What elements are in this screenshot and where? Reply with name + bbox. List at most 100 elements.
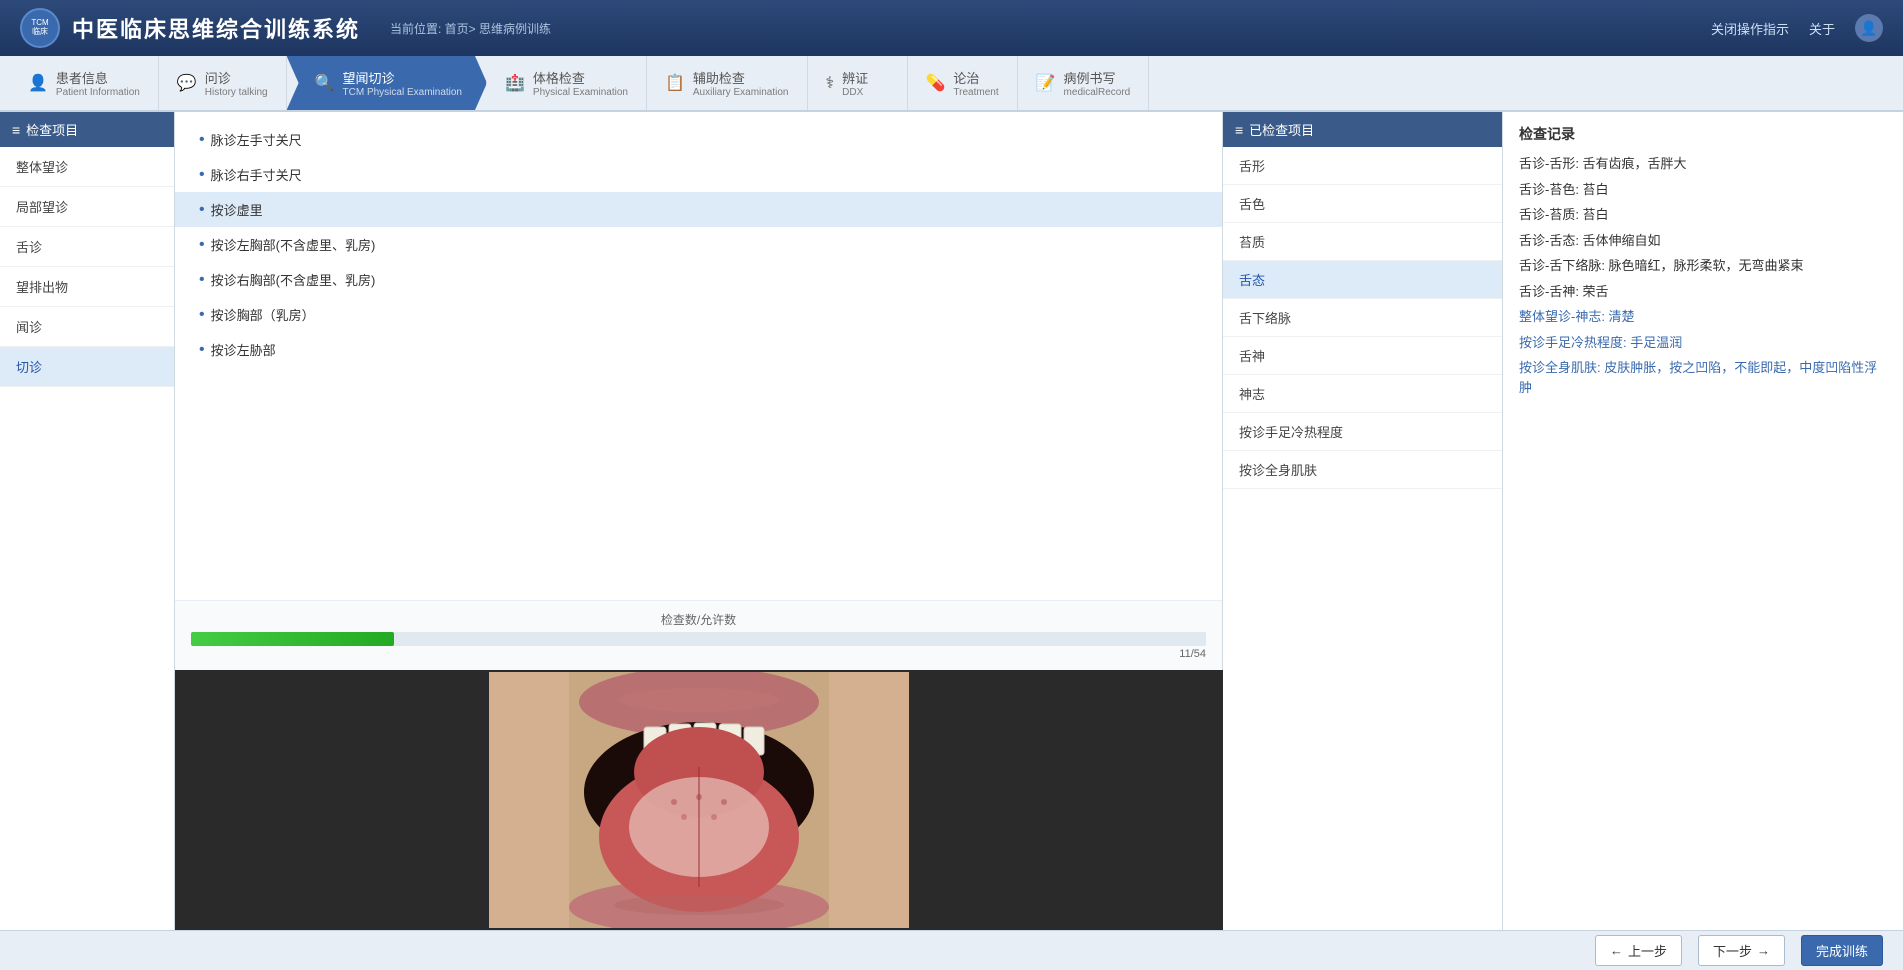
- tab-aux-exam-en: Auxiliary Examination: [693, 87, 789, 98]
- close-guide-button[interactable]: 关闭操作指示: [1711, 19, 1789, 38]
- prev-label: 上一步: [1628, 941, 1667, 960]
- list-item-press-left-flank[interactable]: 按诊左胁部: [175, 332, 1222, 367]
- right-item-tongue-state[interactable]: 舌态: [1223, 261, 1502, 299]
- logo-icon: TCM临床: [20, 8, 60, 48]
- nav-tabs: 👤 患者信息 Patient Information 💬 问诊 History …: [0, 56, 1903, 112]
- tab-treatment-en: Treatment: [953, 87, 998, 98]
- list-item-press-breast[interactable]: 按诊胸部（乳房）: [175, 297, 1222, 332]
- progress-section: 检查数/允许数 11/54: [175, 600, 1222, 670]
- app-container: TCM临床 中医临床思维综合训练系统 当前位置: 首页> 思维病例训练 关闭操作…: [0, 0, 1903, 970]
- sidebar-item-general[interactable]: 整体望诊: [0, 147, 174, 187]
- tab-tcm-exam-en: TCM Physical Examination: [343, 87, 462, 98]
- record-item-4: 舌诊-舌下络脉: 脉色暗红，脉形柔软，无弯曲紧束: [1519, 256, 1887, 276]
- treatment-icon: 💊: [926, 73, 946, 93]
- list-item-press-deficiency[interactable]: 按诊虚里: [175, 192, 1222, 227]
- phys-exam-icon: 🏥: [505, 73, 525, 93]
- right-item-press-edema[interactable]: 按诊全身肌肤: [1223, 451, 1502, 489]
- next-button[interactable]: 下一步 →: [1698, 935, 1785, 966]
- tab-phys-exam-zh: 体格检查: [533, 68, 628, 87]
- middle-panel: 脉诊左手寸关尺 脉诊右手寸关尺 按诊虚里 按诊左胸部(不含虚里、乳房) 按诊右胸…: [175, 112, 1223, 670]
- tab-inquiry-zh: 问诊: [205, 68, 268, 87]
- tab-phys-exam-en: Physical Examination: [533, 87, 628, 98]
- sidebar-header: 检查项目: [0, 112, 174, 147]
- tab-phys-exam[interactable]: 🏥 体格检查 Physical Examination: [487, 56, 647, 110]
- record-item-2: 舌诊-苔质: 苔白: [1519, 205, 1887, 225]
- tab-aux-exam-zh: 辅助检查: [693, 68, 789, 87]
- progress-bar-fill: [191, 632, 394, 646]
- tab-aux-exam[interactable]: 📋 辅助检查 Auxiliary Examination: [647, 56, 808, 110]
- tab-patient[interactable]: 👤 患者信息 Patient Information: [10, 56, 159, 110]
- patient-icon: 👤: [28, 73, 48, 93]
- right-panel-header: 已检查项目: [1223, 112, 1502, 147]
- sidebar-item-excretion[interactable]: 望排出物: [0, 267, 174, 307]
- right-item-tongue-color[interactable]: 舌色: [1223, 185, 1502, 223]
- tab-treatment[interactable]: 💊 论治 Treatment: [908, 56, 1018, 110]
- right-item-tongue-spirit[interactable]: 舌神: [1223, 337, 1502, 375]
- sidebar-item-hearing[interactable]: 闻诊: [0, 307, 174, 347]
- right-item-tongue-shape[interactable]: 舌形: [1223, 147, 1502, 185]
- tab-ddx-en: DDX: [842, 87, 868, 98]
- records-title: 检查记录: [1519, 124, 1887, 144]
- tab-record-zh: 病例书写: [1064, 68, 1131, 87]
- progress-label: 检查数/允许数: [191, 611, 1206, 628]
- record-item-0: 舌诊-舌形: 舌有齿痕，舌胖大: [1519, 154, 1887, 174]
- tongue-image-area: [175, 670, 1223, 930]
- records-panel: 检查记录 舌诊-舌形: 舌有齿痕，舌胖大 舌诊-苔色: 苔白 舌诊-苔质: 苔白…: [1503, 112, 1903, 930]
- record-item-6: 整体望诊-神志: 清楚: [1519, 307, 1887, 327]
- footer: ← 上一步 下一步 → 完成训练: [0, 930, 1903, 970]
- tab-tcm-exam-zh: 望闻切诊: [343, 68, 462, 87]
- breadcrumb: 当前位置: 首页> 思维病例训练: [390, 20, 551, 37]
- about-button[interactable]: 关于: [1809, 19, 1835, 38]
- progress-count: 11/54: [191, 648, 1206, 660]
- inquiry-icon: 💬: [177, 73, 197, 93]
- right-item-foot-temp[interactable]: 按诊手足冷热程度: [1223, 413, 1502, 451]
- right-panel: 已检查项目 舌形 舌色 苔质 舌态 舌下络脉 舌神 神志 按诊手足冷热程度 按诊…: [1223, 112, 1503, 930]
- list-item-pulse-left[interactable]: 脉诊左手寸关尺: [175, 122, 1222, 157]
- avatar: 👤: [1855, 14, 1883, 42]
- content-area: 检查项目 整体望诊 局部望诊 舌诊 望排出物 闻诊 切诊 脉诊左手寸关尺 脉诊右…: [0, 112, 1903, 930]
- tcm-exam-icon: 🔍: [315, 73, 335, 93]
- tab-patient-en: Patient Information: [56, 87, 140, 98]
- tab-patient-zh: 患者信息: [56, 68, 140, 87]
- record-item-3: 舌诊-舌态: 舌体伸缩自如: [1519, 231, 1887, 251]
- right-item-sublingual-vein[interactable]: 舌下络脉: [1223, 299, 1502, 337]
- right-list: 舌形 舌色 苔质 舌态 舌下络脉 舌神 神志 按诊手足冷热程度 按诊全身肌肤: [1223, 147, 1502, 930]
- tab-inquiry-en: History talking: [205, 87, 268, 98]
- sidebar: 检查项目 整体望诊 局部望诊 舌诊 望排出物 闻诊 切诊: [0, 112, 175, 930]
- list-item-pulse-right[interactable]: 脉诊右手寸关尺: [175, 157, 1222, 192]
- tab-ddx-zh: 辨证: [842, 68, 868, 87]
- record-item-8: 按诊全身肌肤: 皮肤肿胀，按之凹陷，不能即起，中度凹陷性浮肿: [1519, 358, 1887, 397]
- tab-treatment-zh: 论治: [953, 68, 998, 87]
- finish-button[interactable]: 完成训练: [1801, 935, 1883, 966]
- ddx-icon: ⚕: [826, 73, 835, 93]
- prev-button[interactable]: ← 上一步: [1595, 935, 1682, 966]
- tab-record[interactable]: 📝 病例书写 medicalRecord: [1018, 56, 1150, 110]
- tab-ddx[interactable]: ⚕ 辨证 DDX: [808, 56, 908, 110]
- next-label: 下一步: [1713, 941, 1752, 960]
- right-item-spirit[interactable]: 神志: [1223, 375, 1502, 413]
- sidebar-item-palpation[interactable]: 切诊: [0, 347, 174, 387]
- prev-arrow-icon: ←: [1610, 943, 1623, 958]
- record-item-5: 舌诊-舌神: 荣舌: [1519, 282, 1887, 302]
- list-item-press-right-chest[interactable]: 按诊右胸部(不含虚里、乳房): [175, 262, 1222, 297]
- sidebar-item-tongue[interactable]: 舌诊: [0, 227, 174, 267]
- tab-inquiry[interactable]: 💬 问诊 History talking: [159, 56, 287, 110]
- tab-tcm-exam[interactable]: 🔍 望闻切诊 TCM Physical Examination: [287, 56, 487, 110]
- finish-label: 完成训练: [1816, 941, 1868, 960]
- tab-record-en: medicalRecord: [1064, 87, 1131, 98]
- next-arrow-icon: →: [1757, 943, 1770, 958]
- tongue-image: [489, 672, 909, 928]
- logo-area: TCM临床 中医临床思维综合训练系统: [20, 8, 360, 48]
- progress-bar-background: [191, 632, 1206, 646]
- header-actions: 关闭操作指示 关于 👤: [1711, 14, 1883, 42]
- right-item-coating-quality[interactable]: 苔质: [1223, 223, 1502, 261]
- record-item-1: 舌诊-苔色: 苔白: [1519, 180, 1887, 200]
- aux-exam-icon: 📋: [665, 73, 685, 93]
- app-title: 中医临床思维综合训练系统: [72, 12, 360, 44]
- header: TCM临床 中医临床思维综合训练系统 当前位置: 首页> 思维病例训练 关闭操作…: [0, 0, 1903, 56]
- center-column: 脉诊左手寸关尺 脉诊右手寸关尺 按诊虚里 按诊左胸部(不含虚里、乳房) 按诊右胸…: [175, 112, 1223, 930]
- middle-list: 脉诊左手寸关尺 脉诊右手寸关尺 按诊虚里 按诊左胸部(不含虚里、乳房) 按诊右胸…: [175, 112, 1222, 600]
- list-item-press-left-chest[interactable]: 按诊左胸部(不含虚里、乳房): [175, 227, 1222, 262]
- sidebar-item-local[interactable]: 局部望诊: [0, 187, 174, 227]
- record-icon: 📝: [1036, 73, 1056, 93]
